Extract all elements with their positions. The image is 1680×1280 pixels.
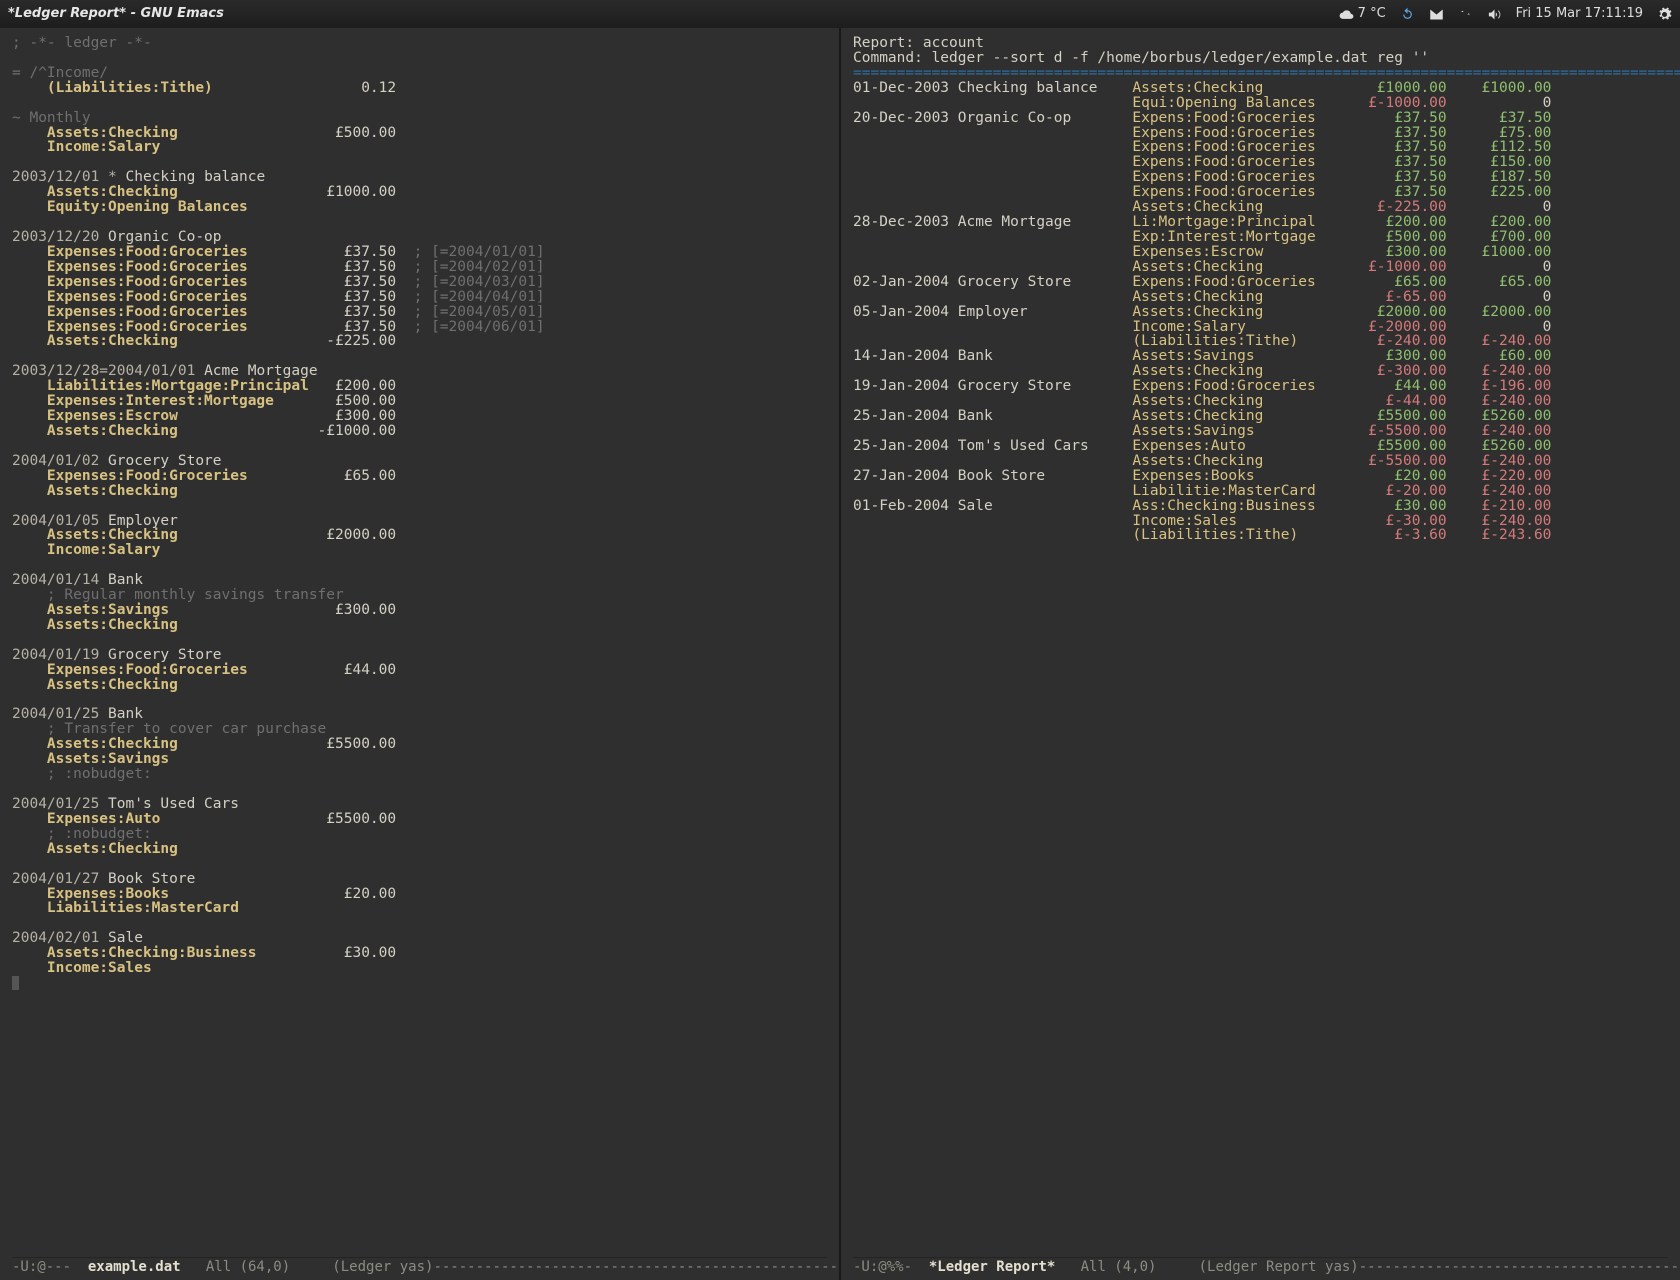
panel-clock: Fri 15 Mar 17:11:19 [1516, 7, 1643, 20]
volume-icon[interactable] [1487, 7, 1502, 22]
weather-indicator[interactable]: 7 °C [1339, 7, 1386, 22]
desktop-panel: *Ledger Report* - GNU Emacs 7 °C Fri 15 … [0, 0, 1680, 28]
refresh-icon[interactable] [1400, 7, 1415, 22]
pane-ledger-source[interactable]: ; -*- ledger -*- = /^Income/ (Liabilitie… [0, 28, 839, 1280]
ledger-buffer[interactable]: ; -*- ledger -*- = /^Income/ (Liabilitie… [12, 36, 827, 1257]
window-title: *Ledger Report* - GNU Emacs [8, 7, 1339, 20]
mail-icon[interactable] [1429, 7, 1444, 22]
pane-ledger-report[interactable]: Report: account Command: ledger --sort d… [839, 28, 1680, 1280]
modeline-right: -U:@%%- *Ledger Report* All (4,0) (Ledge… [853, 1257, 1668, 1280]
system-tray: 7 °C Fri 15 Mar 17:11:19 [1339, 7, 1672, 22]
gear-icon[interactable] [1657, 7, 1672, 22]
cloud-icon [1339, 7, 1354, 22]
network-icon[interactable] [1458, 7, 1473, 22]
modeline-left: -U:@--- example.dat All (64,0) (Ledger y… [12, 1257, 827, 1280]
report-buffer[interactable]: Report: account Command: ledger --sort d… [853, 36, 1668, 1257]
